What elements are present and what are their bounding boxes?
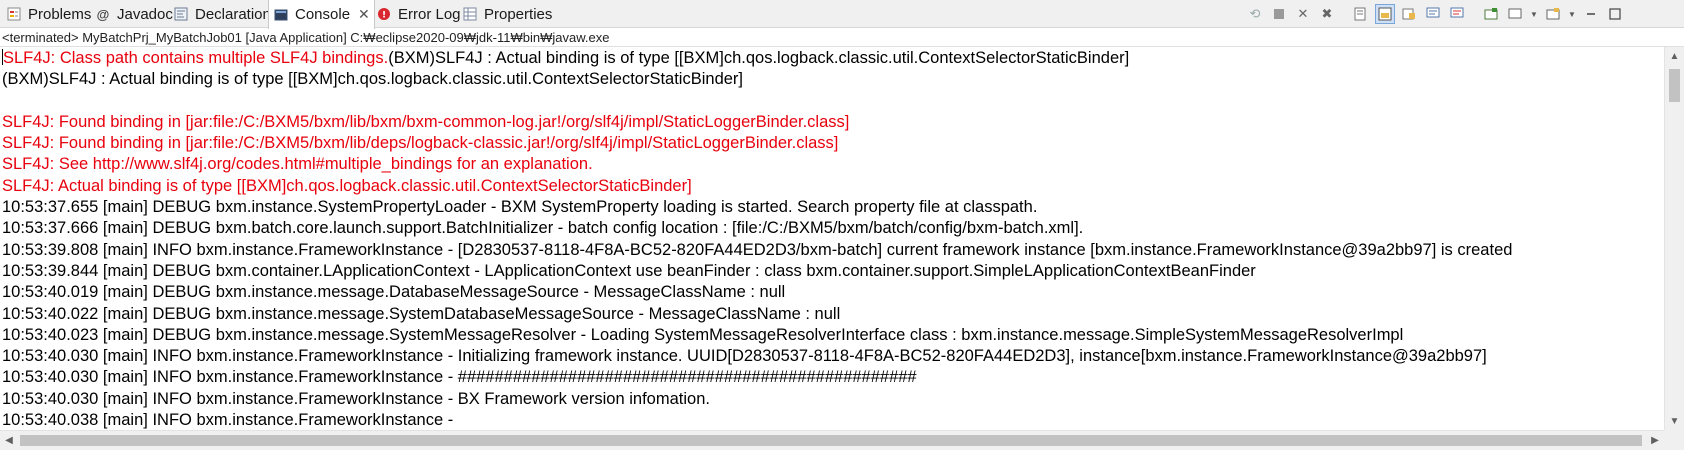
stdout-text: 10:53:37.666 [main] DEBUG bxm.batch.core…: [2, 219, 1084, 238]
horizontal-scrollbar[interactable]: ◀ ▶: [0, 430, 1664, 450]
console-output[interactable]: SLF4J: Class path contains multiple SLF4…: [0, 47, 1664, 430]
console-line: SLF4J: Class path contains multiple SLF4…: [0, 48, 1664, 69]
console-line: 10:53:39.808 [main] INFO bxm.instance.Fr…: [0, 240, 1664, 261]
word-wrap-icon[interactable]: [1399, 4, 1419, 24]
tab-label: Error Log: [398, 5, 461, 23]
tab-problems[interactable]: Problems: [2, 0, 91, 28]
console-line: SLF4J: Found binding in [jar:file:/C:/BX…: [0, 133, 1664, 154]
tab-error-log[interactable]: ! Error Log: [372, 0, 461, 28]
remove-launch-icon[interactable]: ✕: [1293, 4, 1313, 24]
tab-label: Javadoc: [117, 5, 173, 23]
console-line: 10:53:40.019 [main] DEBUG bxm.instance.m…: [0, 282, 1664, 303]
console-line: 10:53:40.023 [main] DEBUG bxm.instance.m…: [0, 325, 1664, 346]
scroll-left-icon[interactable]: ◀: [0, 431, 18, 450]
console-line: 10:53:40.022 [main] DEBUG bxm.instance.m…: [0, 304, 1664, 325]
scroll-right-icon[interactable]: ▶: [1646, 431, 1664, 450]
stdout-text: 10:53:40.023 [main] DEBUG bxm.instance.m…: [2, 325, 1404, 344]
display-console-icon[interactable]: [1505, 4, 1525, 24]
stdout-text: (BXM)SLF4J : Actual binding is of type […: [2, 70, 744, 89]
stdout-text: 10:53:37.655 [main] DEBUG bxm.instance.S…: [2, 198, 1038, 217]
console-line: 10:53:37.666 [main] DEBUG bxm.batch.core…: [0, 218, 1664, 239]
stderr-text: SLF4J: Actual binding is of type [[BXM]c…: [2, 176, 692, 195]
tab-label: Console: [295, 6, 351, 23]
scroll-down-icon[interactable]: ▼: [1665, 412, 1684, 430]
stdout-text: 10:53:40.022 [main] DEBUG bxm.instance.m…: [2, 304, 841, 323]
properties-icon: [462, 6, 478, 22]
chevron-down-icon[interactable]: ▼: [1529, 4, 1539, 24]
scroll-lock-icon[interactable]: [1375, 4, 1395, 24]
tab-label: Problems: [28, 5, 92, 23]
console-line: 10:53:40.030 [main] INFO bxm.instance.Fr…: [0, 346, 1664, 367]
console-line: SLF4J: Actual binding is of type [[BXM]c…: [0, 176, 1664, 197]
tab-javadoc[interactable]: @ Javadoc: [91, 0, 173, 28]
stdout-text: 10:53:39.808 [main] INFO bxm.instance.Fr…: [2, 240, 1513, 259]
pin-console-icon[interactable]: [1481, 4, 1501, 24]
scroll-thumb[interactable]: [20, 435, 1642, 446]
stdout-text: 10:53:40.038 [main] INFO bxm.instance.Fr…: [2, 411, 458, 430]
stderr-text: SLF4J: Found binding in [jar:file:/C:/BX…: [2, 112, 850, 131]
console-line: 10:53:40.030 [main] INFO bxm.instance.Fr…: [0, 389, 1664, 410]
tab-declaration[interactable]: Declaration: [169, 0, 271, 28]
console-line: 10:53:37.655 [main] DEBUG bxm.instance.S…: [0, 197, 1664, 218]
console-icon: [273, 7, 289, 23]
terminate-relaunch-icon[interactable]: ⟲: [1245, 4, 1265, 24]
chevron-down-icon[interactable]: ▼: [1567, 4, 1577, 24]
stdout-text: 10:53:40.030 [main] INFO bxm.instance.Fr…: [2, 389, 710, 408]
error-log-icon: !: [376, 6, 392, 22]
console-line: 10:53:40.030 [main] INFO bxm.instance.Fr…: [0, 367, 1664, 388]
scroll-thumb[interactable]: [1669, 69, 1680, 102]
show-on-stdout-icon[interactable]: [1423, 4, 1443, 24]
tab-console[interactable]: Console ✕: [268, 0, 375, 29]
console-toolbar: ⟲ ✕ ✖ ▼ ▼: [1243, 3, 1627, 25]
close-icon[interactable]: ✕: [358, 6, 370, 23]
tab-label: Properties: [484, 5, 553, 23]
stdout-text: 10:53:40.030 [main] INFO bxm.instance.Fr…: [2, 368, 917, 387]
console-line: 10:53:39.844 [main] DEBUG bxm.container.…: [0, 261, 1664, 282]
console-line: SLF4J: Found binding in [jar:file:/C:/BX…: [0, 112, 1664, 133]
scrollbar-corner: [1664, 430, 1684, 450]
console-line: (BXM)SLF4J : Actual binding is of type […: [0, 69, 1664, 90]
remove-all-terminated-icon[interactable]: ✖: [1317, 4, 1337, 24]
stdout-text: 10:53:40.019 [main] DEBUG bxm.instance.m…: [2, 283, 786, 302]
console-line: 10:53:40.038 [main] INFO bxm.instance.Fr…: [0, 410, 1664, 430]
open-console-icon[interactable]: [1543, 4, 1563, 24]
svg-text:!: !: [382, 11, 386, 21]
javadoc-icon: @: [96, 6, 110, 22]
stderr-text: SLF4J: Found binding in [jar:file:/C:/BX…: [2, 134, 839, 153]
stdout-text: (BXM)SLF4J : Actual binding is of type […: [388, 49, 1130, 67]
tab-label: Declaration: [195, 5, 271, 23]
stderr-text: SLF4J: See http://www.slf4j.org/codes.ht…: [2, 155, 593, 174]
process-label: <terminated> MyBatchPrj_MyBatchJob01 [Ja…: [0, 28, 1684, 47]
stdout-text: 10:53:40.030 [main] INFO bxm.instance.Fr…: [2, 347, 1487, 366]
console-line: SLF4J: See http://www.slf4j.org/codes.ht…: [0, 154, 1664, 175]
stop-icon[interactable]: [1269, 4, 1289, 24]
vertical-scrollbar[interactable]: ▲ ▼: [1664, 47, 1684, 430]
maximize-icon[interactable]: [1605, 4, 1625, 24]
view-tab-bar: Problems @ Javadoc Declaration Console ✕ …: [0, 0, 1684, 29]
scroll-up-icon[interactable]: ▲: [1665, 47, 1684, 65]
problems-icon: [6, 6, 22, 22]
stdout-text: 10:53:39.844 [main] DEBUG bxm.container.…: [2, 261, 1256, 280]
stderr-text: SLF4J: Class path contains multiple SLF4…: [3, 49, 389, 67]
clear-console-icon[interactable]: [1351, 4, 1371, 24]
show-on-stderr-icon[interactable]: [1447, 4, 1467, 24]
tab-properties[interactable]: Properties: [458, 0, 552, 28]
minimize-icon[interactable]: [1581, 4, 1601, 24]
declaration-icon: [173, 6, 189, 22]
